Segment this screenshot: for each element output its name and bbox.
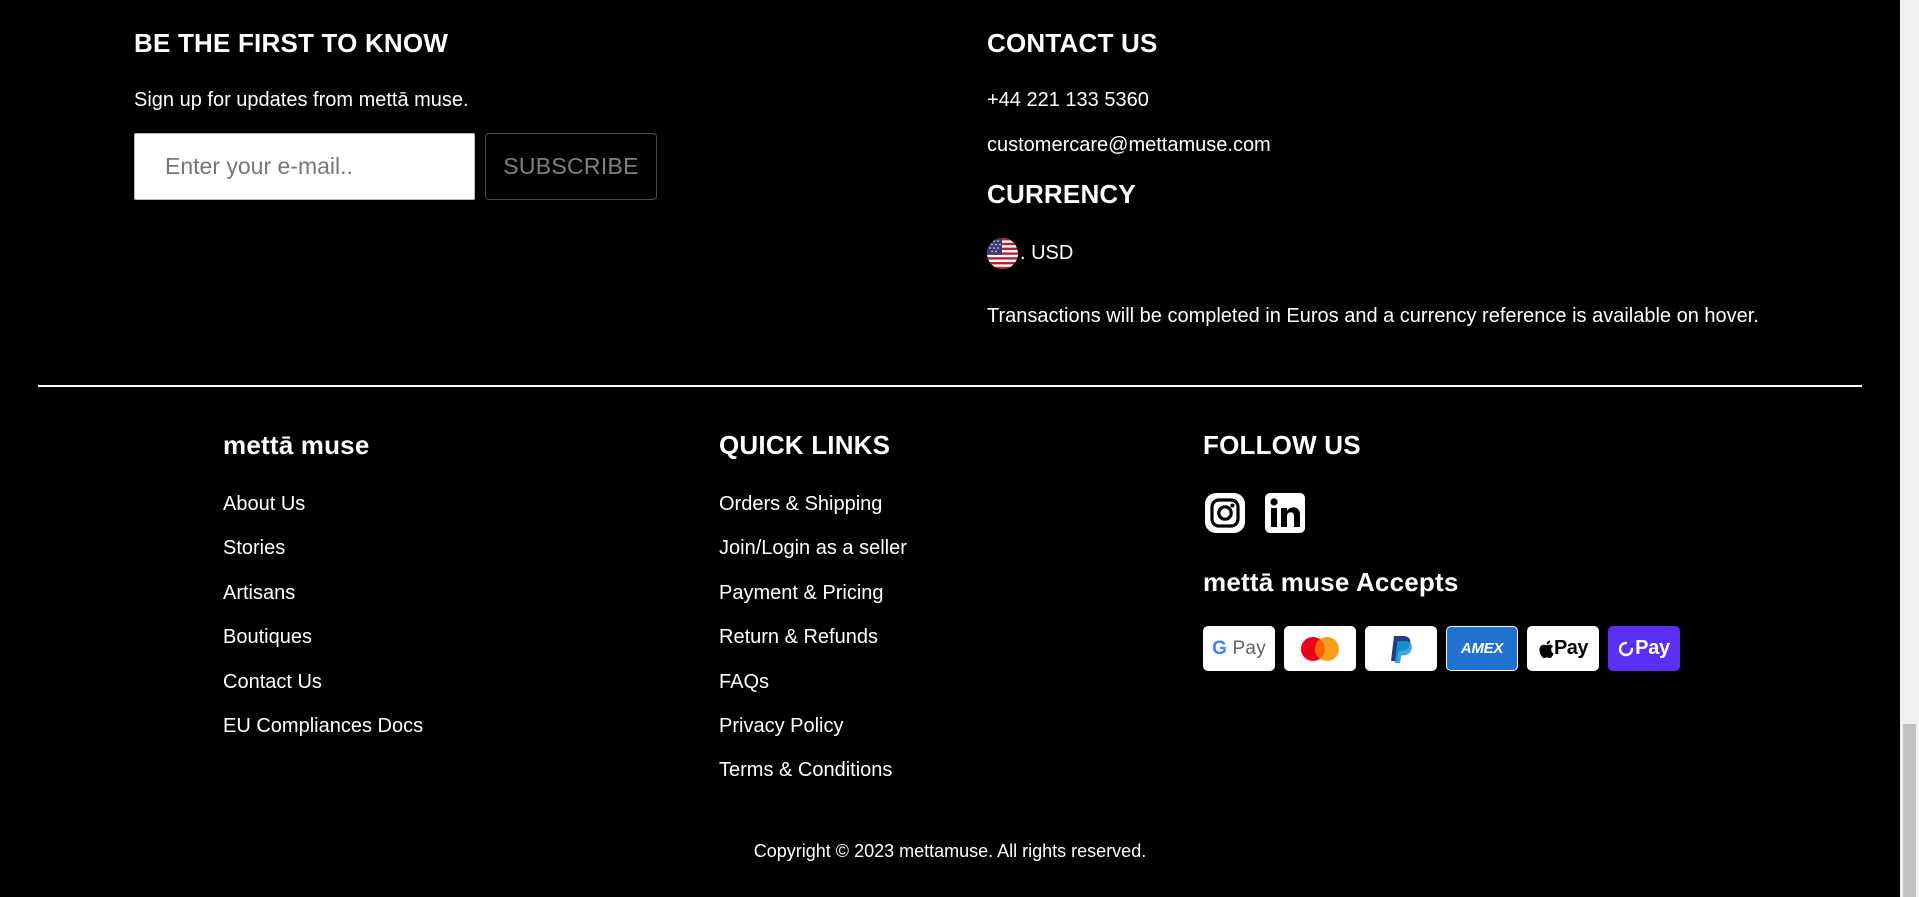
subscribe-button[interactable]: SUBSCRIBE [485, 133, 657, 200]
shop-pay-icon: Pay [1608, 626, 1680, 671]
contact-phone[interactable]: +44 221 133 5360 [987, 89, 1759, 112]
brand-heading: mettā muse [223, 430, 370, 460]
link-join-login-seller[interactable]: Join/Login as a seller [719, 537, 907, 559]
apple-pay-label: Pay [1553, 637, 1589, 659]
email-input[interactable] [134, 133, 475, 200]
list-item: Boutiques [223, 626, 423, 670]
newsletter-heading: BE THE FIRST TO KNOW [134, 28, 449, 58]
list-item: Return & Refunds [719, 626, 907, 670]
link-orders-shipping[interactable]: Orders & Shipping [719, 493, 882, 515]
gpay-pay: Pay [1227, 637, 1266, 659]
link-artisans[interactable]: Artisans [223, 582, 295, 604]
copyright-text: Copyright © 2023 mettamuse. All rights r… [753, 841, 1147, 861]
currency-label: . USD [1020, 242, 1074, 264]
link-contact-us[interactable]: Contact Us [223, 671, 322, 693]
contact-heading: CONTACT US [987, 28, 1158, 58]
quick-links-heading: QUICK LINKS [719, 430, 891, 460]
quick-links-column: QUICK LINKS Orders & Shipping Join/Login… [719, 430, 907, 804]
apple-pay-icon: Pay [1527, 626, 1599, 671]
paypal-icon [1365, 626, 1437, 671]
newsletter-subtext: Sign up for updates from mettā muse. [134, 89, 469, 111]
newsletter-section: BE THE FIRST TO KNOW Sign up for updates… [134, 28, 657, 200]
mastercard-icon [1284, 626, 1356, 671]
follow-heading: FOLLOW US [1203, 430, 1361, 460]
shop-pay-label: Pay [1635, 637, 1670, 659]
link-stories[interactable]: Stories [223, 537, 285, 559]
list-item: EU Compliances Docs [223, 715, 423, 759]
brand-links: About Us Stories Artisans Boutiques Cont… [223, 493, 423, 759]
currency-heading: CURRENCY [987, 179, 1136, 209]
currency-selector[interactable]: . USD [987, 238, 1759, 269]
list-item: Payment & Pricing [719, 582, 907, 626]
list-item: About Us [223, 493, 423, 537]
social-links [1203, 491, 1689, 535]
payment-methods: G Pay AMEX Pay Pay [1203, 626, 1689, 671]
footer-divider [38, 385, 1862, 387]
list-item: Terms & Conditions [719, 759, 907, 803]
list-item: Contact Us [223, 671, 423, 715]
link-faqs[interactable]: FAQs [719, 671, 769, 693]
currency-note: Transactions will be completed in Euros … [987, 305, 1759, 327]
list-item: Artisans [223, 582, 423, 626]
amex-icon: AMEX [1446, 626, 1518, 671]
contact-section: CONTACT US +44 221 133 5360 customercare… [987, 28, 1759, 328]
linkedin-icon[interactable] [1263, 491, 1307, 535]
link-return-refunds[interactable]: Return & Refunds [719, 626, 878, 648]
footer-page: BE THE FIRST TO KNOW Sign up for updates… [0, 0, 1919, 897]
newsletter-form: SUBSCRIBE [134, 133, 657, 200]
link-boutiques[interactable]: Boutiques [223, 626, 312, 648]
us-flag-icon [987, 238, 1018, 269]
link-eu-compliances[interactable]: EU Compliances Docs [223, 715, 423, 737]
accepts-heading: mettā muse Accepts [1203, 567, 1459, 597]
link-payment-pricing[interactable]: Payment & Pricing [719, 582, 884, 604]
list-item: Orders & Shipping [719, 493, 907, 537]
link-about-us[interactable]: About Us [223, 493, 305, 515]
scrollbar-thumb[interactable] [1903, 724, 1916, 897]
list-item: Join/Login as a seller [719, 537, 907, 581]
list-item: Stories [223, 537, 423, 581]
amex-label: AMEX [1460, 640, 1504, 657]
list-item: Privacy Policy [719, 715, 907, 759]
brand-column: mettā muse About Us Stories Artisans Bou… [223, 430, 423, 759]
contact-email[interactable]: customercare@mettamuse.com [987, 134, 1759, 157]
google-pay-icon: G Pay [1203, 626, 1275, 671]
page-scrollbar[interactable] [1900, 0, 1919, 897]
shop-pay-logo-icon [1618, 641, 1634, 656]
link-terms-conditions[interactable]: Terms & Conditions [719, 759, 892, 781]
instagram-icon[interactable] [1203, 491, 1247, 535]
follow-column: FOLLOW US mettā muse Accepts G Pay AMEX … [1203, 430, 1689, 671]
gpay-g: G [1212, 637, 1228, 659]
apple-logo-icon [1539, 640, 1554, 658]
quick-links: Orders & Shipping Join/Login as a seller… [719, 493, 907, 804]
list-item: FAQs [719, 671, 907, 715]
link-privacy-policy[interactable]: Privacy Policy [719, 715, 843, 737]
